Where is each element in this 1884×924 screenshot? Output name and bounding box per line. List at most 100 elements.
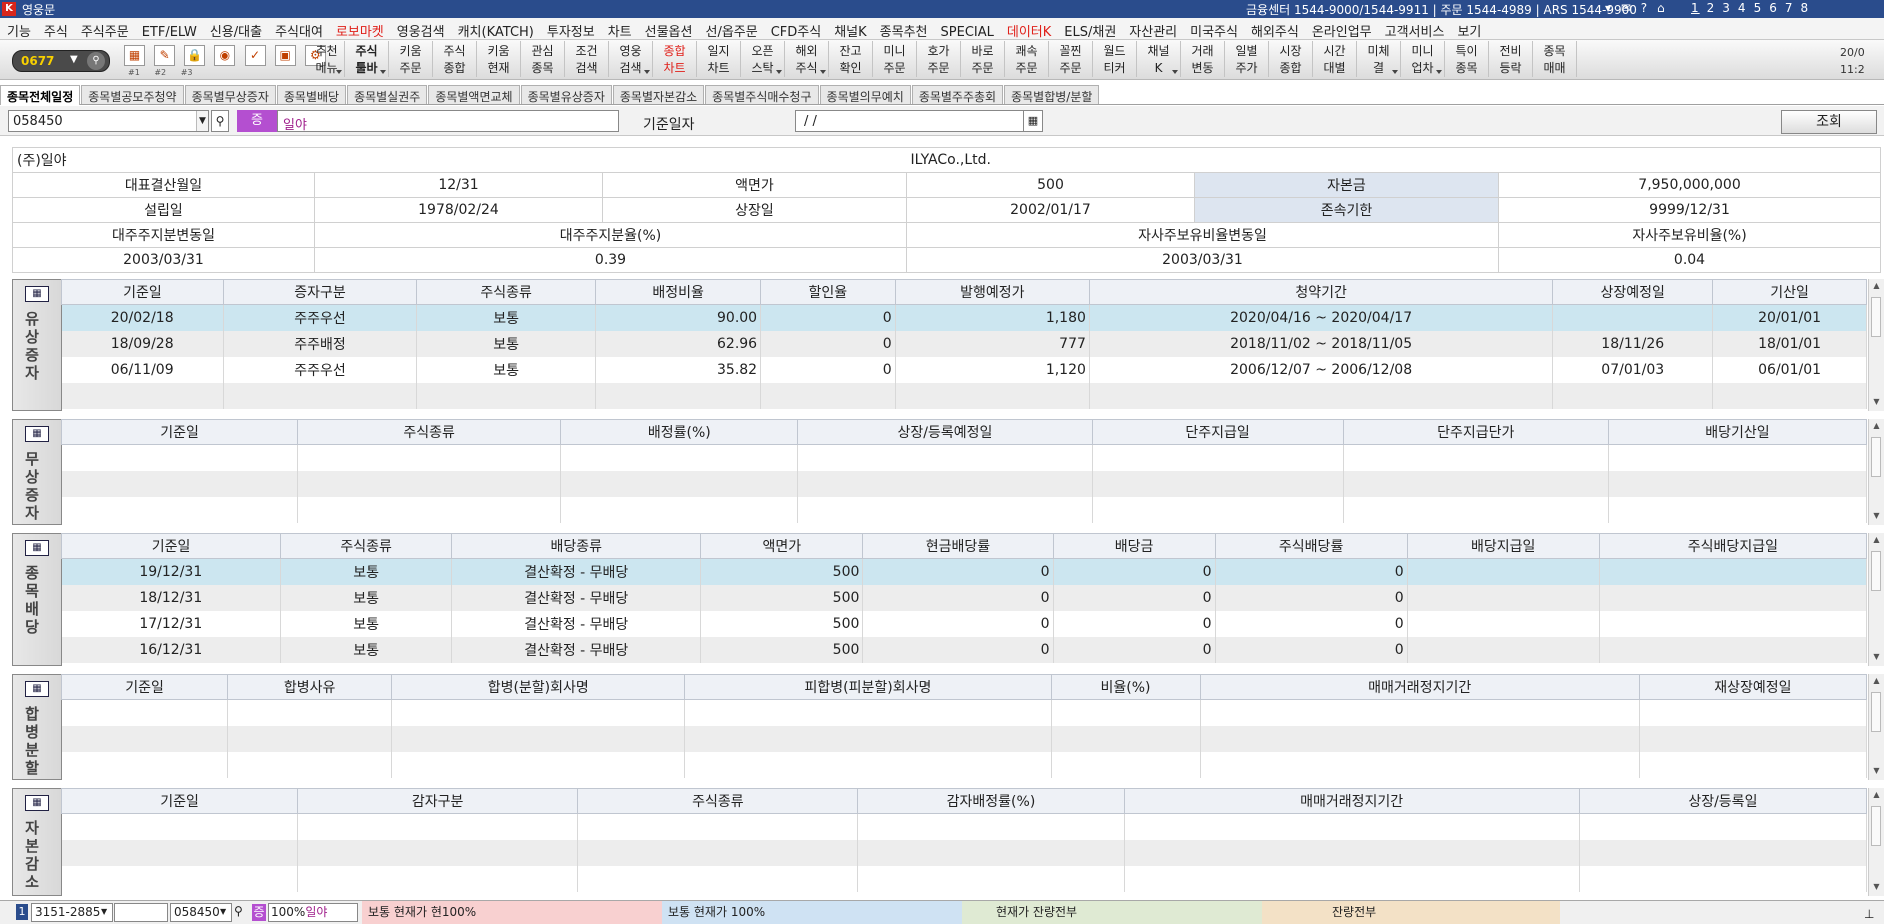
column-header[interactable]: 기준일 [60,533,282,559]
toolbar-button[interactable]: 주식 툴바 [345,41,389,77]
column-header[interactable]: 상장/등록일 [1578,788,1868,814]
column-header[interactable]: 상장/등록예정일 [797,419,1093,445]
toolbar-button[interactable]: 특이 종목 [1445,41,1489,77]
toolbar-button[interactable]: 잔고 확인 [829,41,873,77]
column-header[interactable]: 상장예정일 [1552,279,1714,305]
menu-item[interactable]: ELS/채권 [1057,18,1122,39]
column-header[interactable]: 기준일 [61,279,224,305]
toolbar-button[interactable]: 추천 메뉴 [309,41,345,77]
menu-item[interactable]: 온라인업무 [1305,18,1378,39]
column-header[interactable]: 발행예정가 [894,279,1090,305]
tab-12[interactable]: 종목별합병/분할 [1004,85,1100,104]
table-row[interactable] [61,813,1868,840]
menu-item[interactable]: 차트 [601,18,638,39]
screen-page-2[interactable]: 2 [1707,1,1716,15]
table-row[interactable]: 19/12/31 보통 결산확정 - 무배당 500 0 0 0 [61,558,1868,585]
chevron-down-icon[interactable]: ▼ [70,54,78,65]
table-row[interactable] [61,699,1868,726]
menu-item[interactable]: 캐치(KATCH) [451,18,540,39]
menu-item[interactable]: 해외주식 [1244,18,1305,39]
order-cancel-segment[interactable]: 잔량전부 [1262,901,1560,924]
tab-6[interactable]: 종목별액면교체 [428,85,520,104]
menu-item[interactable]: 채널K [827,18,872,39]
scroll-thumb[interactable] [1871,437,1881,477]
column-header[interactable]: 재상장예정일 [1638,674,1868,700]
toolbar-button[interactable]: 오픈 스탁 [741,41,785,77]
vertical-scrollbar[interactable]: ▲ ▼ [1868,533,1884,666]
table-icon[interactable]: ▦ [25,795,49,811]
order-sell-segment[interactable]: 보통 현재가 100% [662,901,962,924]
menu-item[interactable]: 주식주문 [74,18,135,39]
table-row[interactable] [61,865,1868,892]
menu-item[interactable]: 미국주식 [1183,18,1244,39]
menu-item[interactable]: 영웅검색 [390,18,451,39]
table-row[interactable] [61,496,1868,523]
menu-item[interactable]: 신용/대출 [203,18,268,39]
chevron-down-icon[interactable]: ▼ [220,904,226,924]
menu-item[interactable]: 주식 [37,18,74,39]
column-header[interactable]: 배정률(%) [560,419,799,445]
table-row[interactable] [61,839,1868,866]
table-icon[interactable]: ▦ [25,681,49,697]
menu-item[interactable]: SPECIAL [934,22,1000,39]
screen-page-1[interactable]: 1 [1691,1,1700,15]
screen-page-8[interactable]: 8 [1800,1,1809,15]
tab-4[interactable]: 종목별배당 [276,85,347,104]
column-header[interactable]: 할인율 [760,279,896,305]
column-header[interactable]: 피합병(피분할)회사명 [684,674,1052,700]
vertical-scrollbar[interactable]: ▲ ▼ [1868,674,1884,780]
table-row[interactable]: 06/11/09 주주우선 보통 35.82 0 1,120 2006/12/07 ~ 20… [61,356,1867,383]
toolbar-button[interactable]: 일지 차트 [697,41,741,77]
tab-11[interactable]: 종목별주주총회 [911,85,1004,104]
toolbar-button[interactable]: 주식 종합 [433,41,477,77]
toolbar-button[interactable]: 미니 업차 [1401,41,1445,77]
toolbar-button[interactable]: 영웅 검색 [609,41,653,77]
search-icon[interactable]: ⚲ [234,903,248,922]
table-row[interactable] [61,725,1868,752]
toolbar-button[interactable]: 관심 종목 [521,41,565,77]
menu-item[interactable]: 로보마켓 [329,18,390,39]
table-icon[interactable]: ▦ [25,540,49,556]
column-header[interactable]: 매매거래정지기간 [1123,788,1580,814]
menu-item[interactable]: 주식대여 [268,18,329,39]
camera-icon[interactable]: ◉ [214,45,236,66]
screen-page-3[interactable]: 3 [1722,1,1731,15]
workspace-2[interactable]: #2 [154,68,166,77]
screen-number-box[interactable]: 0677 ▼ ⚲ [12,50,110,72]
scroll-thumb[interactable] [1871,297,1881,337]
menu-item[interactable]: CFD주식 [764,18,828,39]
column-header[interactable]: 기준일 [60,419,299,445]
toolbar-button[interactable]: 미니 주문 [873,41,917,77]
home-icon[interactable]: ⌂ [1657,1,1665,15]
column-header[interactable]: 액면가 [700,533,864,559]
stock-code-input[interactable]: 058450 [8,110,209,132]
search-button[interactable]: ⚲ [211,110,229,132]
column-header[interactable]: 매매거래정지기간 [1199,674,1640,700]
workspace-3[interactable]: #3 [181,68,193,77]
scroll-thumb[interactable] [1871,806,1881,846]
column-header[interactable]: 기준일 [60,788,299,814]
column-header[interactable]: 배당금 [1052,533,1216,559]
scroll-down-icon[interactable]: ▼ [1869,397,1884,409]
column-header[interactable]: 주식종류 [416,279,597,305]
column-header[interactable]: 감자구분 [297,788,579,814]
vertical-scrollbar[interactable]: ▲ ▼ [1868,419,1884,525]
screen-page-5[interactable]: 5 [1754,1,1763,15]
table-row[interactable] [61,751,1868,778]
toolbar-button[interactable]: 쾌속 주문 [1005,41,1049,77]
table-row[interactable]: 20/02/18 주주우선 보통 90.00 0 1,180 2020/04/16 ~ 20… [61,304,1867,331]
toolbar-button[interactable]: 조건 검색 [565,41,609,77]
order-modify-segment[interactable]: 현재가 잔량전부 [962,901,1262,924]
toolbar-button[interactable]: 바로 주문 [961,41,1005,77]
toolbar-button[interactable]: 미체 결 [1357,41,1401,77]
scroll-up-icon[interactable]: ▲ [1869,535,1884,547]
lock-icon[interactable]: 🔒 [184,45,206,66]
table-row[interactable]: 18/09/28 주주배정 보통 62.96 0 777 2018/11/02 ~ 2018… [61,330,1867,357]
calendar-icon[interactable]: ▦ [1023,110,1043,132]
table-icon[interactable]: ▦ [25,426,49,442]
tab-3[interactable]: 종목별무상증자 [184,85,276,104]
scroll-down-icon[interactable]: ▼ [1869,511,1884,523]
vertical-scrollbar[interactable]: ▲ ▼ [1868,279,1884,411]
toolbar-button[interactable]: 일별 주가 [1225,41,1269,77]
column-header[interactable]: 증자구분 [222,279,418,305]
